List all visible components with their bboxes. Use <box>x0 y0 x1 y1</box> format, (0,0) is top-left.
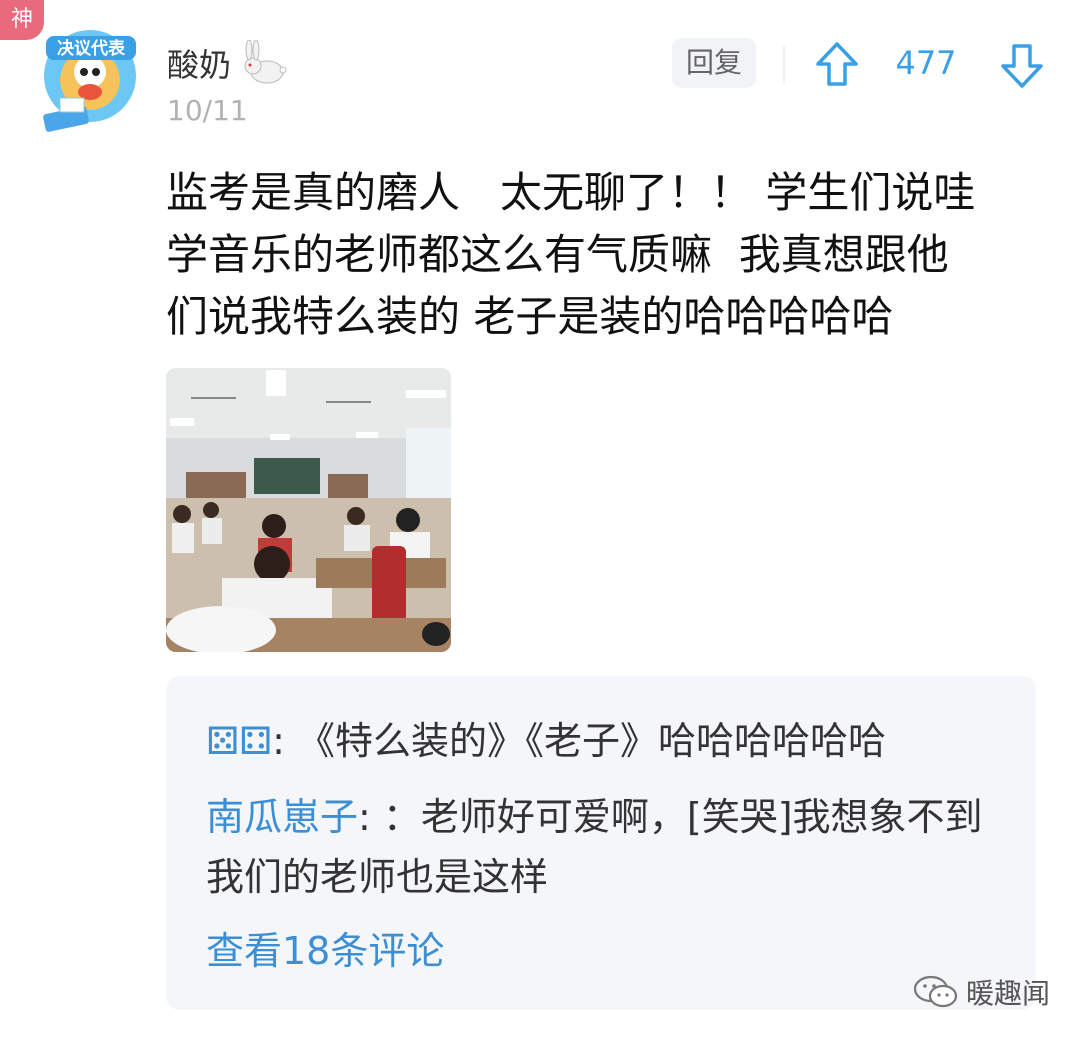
post-line: 们说我特么装的 老子是装的哈哈哈哈哈 <box>166 292 894 341</box>
avatar-cartoon-icon: 决议代表 <box>43 30 136 132</box>
arrow-up-icon <box>816 42 858 86</box>
post-line: 监考是真的磨人 太无聊了！！ 学生们说哇 <box>166 168 976 217</box>
classroom-photo <box>166 368 451 652</box>
divider <box>783 46 785 84</box>
view-more-comments-link[interactable]: 查看18条评论 <box>206 920 444 975</box>
comments-preview: ⚄⚃: 《特么装的》《老子》哈哈哈哈哈哈 南瓜崽子: ：老师好可爱啊，[笑哭]我… <box>166 676 1036 1010</box>
reply-button[interactable]: 回复 <box>672 38 756 88</box>
post-content: 监考是真的磨人 太无聊了！！ 学生们说哇 学音乐的老师都这么有气质嘛 我真想跟他… <box>166 162 1036 348</box>
username[interactable]: 酸奶 <box>167 40 231 86</box>
watermark: 暖趣闻 <box>912 972 1050 1012</box>
upvote-button[interactable] <box>814 40 860 90</box>
god-comment-badge: 神 <box>0 0 44 40</box>
comment-item[interactable]: 南瓜崽子: ：老师好可爱啊，[笑哭]我想象不到我们的老师也是这样 <box>206 787 1006 907</box>
post-line: 学音乐的老师都这么有气质嘛 我真想跟他 <box>166 230 949 279</box>
comment-author[interactable]: ⚄⚃ <box>206 719 272 763</box>
comment-separator: : <box>272 719 297 763</box>
watermark-text: 暖趣闻 <box>966 977 1051 1010</box>
avatar[interactable]: 决议代表 <box>40 14 142 134</box>
downvote-button[interactable] <box>999 40 1045 90</box>
post-date: 10/11 <box>167 94 248 127</box>
wechat-icon <box>913 975 958 1008</box>
post-image-thumbnail[interactable] <box>166 368 451 652</box>
comment-item[interactable]: ⚄⚃: 《特么装的》《老子》哈哈哈哈哈哈 <box>206 711 1006 771</box>
vote-count: 477 <box>895 44 957 82</box>
comment-text: 《特么装的》《老子》哈哈哈哈哈哈 <box>296 719 886 763</box>
comment-author[interactable]: 南瓜崽子 <box>206 795 358 839</box>
arrow-down-icon <box>1001 44 1043 88</box>
avatar-title-text: 决议代表 <box>57 38 126 59</box>
rabbit-icon <box>239 39 289 86</box>
comment-separator: : <box>358 795 383 839</box>
